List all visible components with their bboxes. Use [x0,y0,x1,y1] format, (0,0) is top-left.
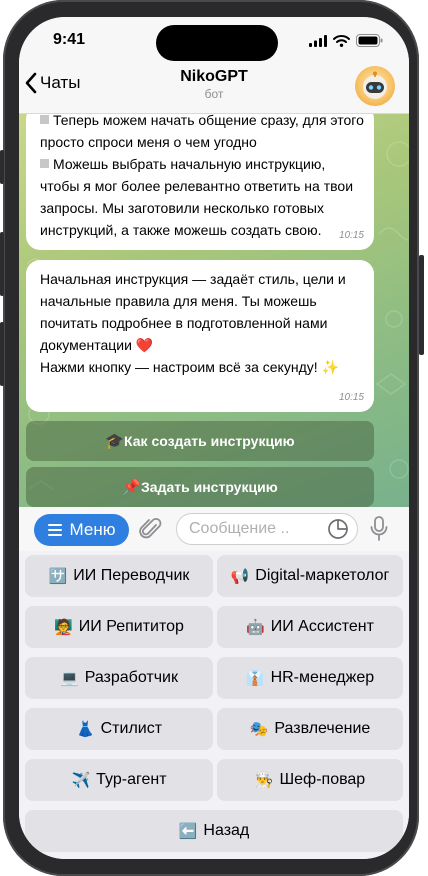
chat-title-block[interactable]: NikoGPT бот [19,68,409,101]
message-line: начальные правила для меня. Ты можешь [40,293,317,309]
square-marker-icon [40,159,49,168]
status-time: 9:41 [53,31,86,48]
keyboard-button-label: Стилист [100,720,163,737]
keyboard-button-label: Шеф-повар [279,771,366,788]
robot-avatar-icon [363,71,387,99]
sticker-icon[interactable] [328,519,348,539]
message-line: просто спроси меня о чем угодно [40,134,257,150]
message-input-bar: Меню [19,507,409,551]
assistant-button[interactable]: 🤖 ИИ Ассистент [217,606,403,648]
chat-subtitle: бот [204,87,224,101]
digital-marketer-button[interactable]: 📢 Digital-маркетолог [217,555,403,597]
action-button [0,150,4,184]
square-marker-icon [40,115,49,124]
dynamic-island [156,25,278,61]
set-instruction-button[interactable]: 📌 Задать инструкцию [26,467,374,507]
stylist-button[interactable]: 👗 Стилист [25,708,213,750]
chat-area[interactable]: Теперь можем начать общение сразу, для э… [19,114,409,507]
keyboard-button-label: ИИ Репититор [78,618,184,635]
entertainment-button[interactable]: 🎭 Развлечение [217,708,403,750]
developer-button[interactable]: 💻 Разработчик [25,657,213,699]
keyboard-button-label: Тур-агент [96,771,167,788]
volume-down-button [0,322,4,386]
back-keyboard-button[interactable]: ⬅️ Назад [25,810,403,852]
teacher-icon: 🧑‍🏫 [54,619,73,636]
keyboard-button-label: Digital-маркетолог [255,567,390,584]
message-line: документации ❤️ [40,337,154,353]
chat-header: Чаты NikoGPT бот [19,65,409,114]
chef-icon: 👨‍🍳 [254,772,274,789]
message-bubble: Начальная инструкция — задаёт стиль, цел… [26,260,374,412]
keyboard-button-label: Разработчик [84,669,178,686]
message-line: чтобы я мог более релевантно ответить на… [40,178,354,194]
message-line: Теперь можем начать общение сразу, для э… [40,114,364,131]
inline-button-label: Как создать инструкцию [124,433,295,449]
message-time: 10:15 [338,392,364,403]
translator-button[interactable]: 🈂️ ИИ Переводчик [25,555,213,597]
graduation-cap-icon: 🎓 [105,433,125,450]
keyboard-button-label: ИИ Переводчик [73,567,190,584]
how-to-create-instruction-button[interactable]: 🎓 Как создать инструкцию [26,421,374,461]
keyboard-button-label: ИИ Ассистент [270,618,374,635]
wifi-icon [333,34,350,47]
robot-icon: 🤖 [246,619,265,636]
keyboard-button-label: Развлечение [274,720,371,737]
power-button [419,255,424,355]
screen: 9:41 Чаты NikoGPT бот Теперь можем начат… [19,17,409,859]
menu-button[interactable]: Меню [34,514,129,546]
tutor-button[interactable]: 🧑‍🏫 ИИ Репититор [25,606,213,648]
travel-agent-button[interactable]: ✈️ Тур-агент [25,759,213,801]
hamburger-icon [47,524,62,536]
megaphone-icon: 📢 [230,568,250,585]
dress-icon: 👗 [75,721,95,738]
menu-label: Меню [69,520,116,539]
laptop-icon: 💻 [60,670,79,687]
chat-title: NikoGPT [180,68,248,85]
paperclip-icon[interactable] [139,516,163,542]
cellular-signal-icon [309,34,327,47]
businessperson-icon: 👔 [245,670,265,687]
message-line: инструкций, а также можешь создать свою. [40,222,322,238]
message-line: Нажми кнопку — настроим всё за секунду! … [40,359,339,375]
volume-up-button [0,232,4,296]
message-line: Можешь выбрать начальную инструкцию, [40,153,360,175]
message-bubble: Теперь можем начать общение сразу, для э… [26,114,374,250]
hr-manager-button[interactable]: 👔 HR-менеджер [217,657,403,699]
theater-masks-icon: 🎭 [249,721,269,738]
arrow-left-icon: ⬅️ [178,823,198,840]
pin-icon: 📌 [122,479,142,496]
message-line: Начальная инструкция — задаёт стиль, цел… [40,271,346,287]
message-line: почитать подробнее в подготовленной нами [40,315,328,331]
airplane-icon: ✈️ [71,772,91,789]
keyboard-button-label: HR-менеджер [270,669,375,686]
keyboard-button-label: Назад [203,822,250,839]
translate-icon: 🈂️ [48,568,68,585]
status-icons [309,34,383,47]
microphone-icon[interactable] [370,516,388,542]
chef-button[interactable]: 👨‍🍳 Шеф-повар [217,759,403,801]
battery-icon [356,34,383,47]
reply-keyboard: 🈂️ ИИ Переводчик 📢 Digital-маркетолог 🧑‍… [19,551,409,859]
inline-button-label: Задать инструкцию [141,479,278,495]
message-time: 10:15 [338,230,364,241]
bot-avatar[interactable] [355,66,395,106]
message-line: запросы. Мы заготовили несколько готовых [40,200,324,216]
